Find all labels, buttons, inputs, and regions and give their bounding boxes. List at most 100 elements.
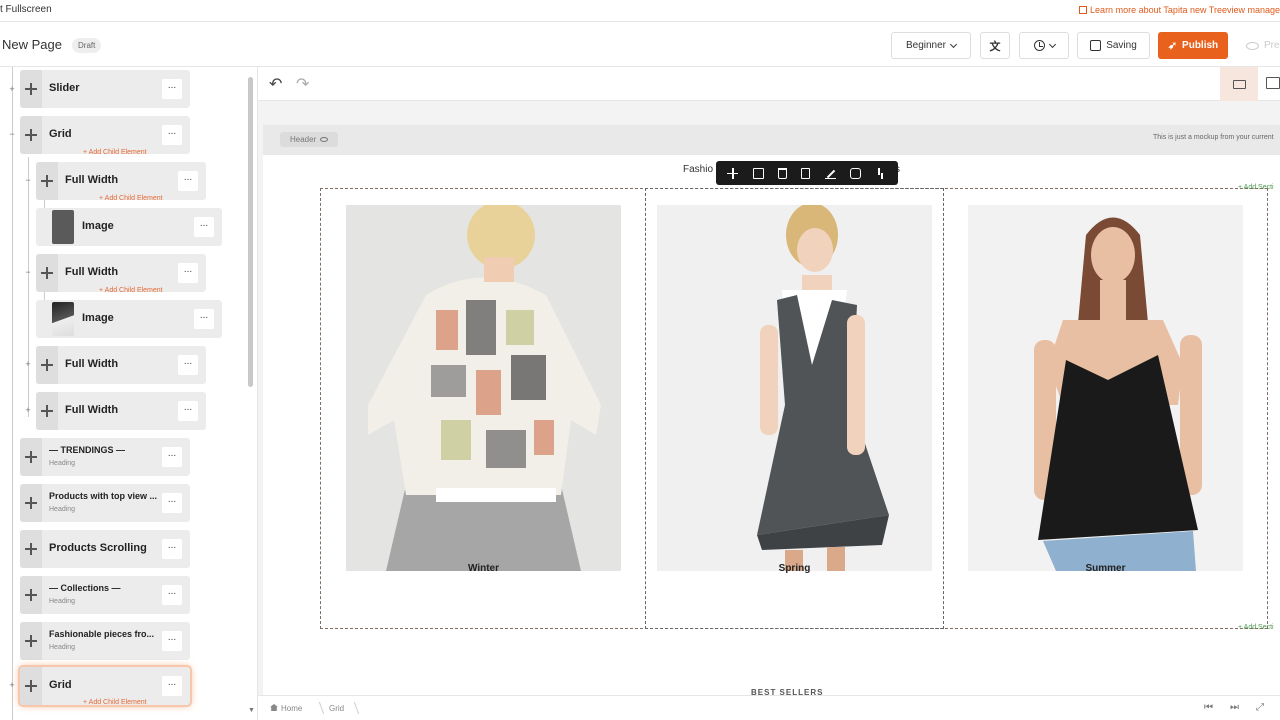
sidebar-scrollbar[interactable] xyxy=(248,77,253,387)
more-options-button[interactable]: ... xyxy=(194,309,214,329)
expand-icon[interactable]: ⤢ xyxy=(1256,703,1266,713)
more-options-button[interactable]: ... xyxy=(162,631,182,651)
drag-handle[interactable] xyxy=(20,116,42,154)
tree-node-label: Products Scrolling xyxy=(49,542,147,554)
drag-handle[interactable] xyxy=(36,392,58,430)
tree-node-heading[interactable]: — Collections — Heading ... xyxy=(20,576,190,614)
expand-toggle[interactable]: + xyxy=(24,360,32,369)
breadcrumb-home[interactable]: Home xyxy=(270,704,302,713)
move-icon xyxy=(25,497,37,509)
expand-toggle[interactable]: + xyxy=(24,406,32,415)
more-options-button[interactable]: ... xyxy=(178,171,198,191)
drag-handle[interactable] xyxy=(20,438,42,476)
product-image-spring[interactable] xyxy=(657,205,932,571)
tree-node-full-width[interactable]: Full Width ... xyxy=(36,346,206,384)
drag-handle[interactable] xyxy=(20,667,42,705)
translate-button[interactable]: 文 xyxy=(980,32,1010,59)
drag-handle[interactable] xyxy=(20,530,42,568)
level-select[interactable]: Beginner xyxy=(891,32,971,59)
tree-node-image[interactable]: Image ... xyxy=(36,208,222,246)
product-image-winter[interactable] xyxy=(346,205,621,571)
product-label[interactable]: Summer xyxy=(968,563,1243,574)
more-options-button[interactable]: ... xyxy=(162,447,182,467)
more-options-button[interactable]: ... xyxy=(162,676,182,696)
tree-node-label: Products with top view ... xyxy=(49,491,158,501)
select-parent-icon[interactable] xyxy=(876,167,887,179)
trash-icon[interactable] xyxy=(778,167,788,179)
duplicate-icon[interactable] xyxy=(752,167,764,179)
canvas-toolbar: ↶ ↷ xyxy=(258,67,1280,101)
tree-node-products-scrolling[interactable]: Products Scrolling ... xyxy=(20,530,190,568)
more-options-button[interactable]: ... xyxy=(178,401,198,421)
collapse-toggle[interactable]: − xyxy=(24,176,32,185)
move-icon[interactable] xyxy=(727,167,739,179)
tree-node-full-width[interactable]: Full Width ... xyxy=(36,392,206,430)
expand-toggle[interactable]: + xyxy=(8,681,16,690)
tree-node-label: Grid xyxy=(49,679,72,691)
exit-fullscreen-link[interactable]: t Fullscreen xyxy=(0,4,52,15)
add-child-element-link[interactable]: + Add Child Element xyxy=(99,195,163,202)
redo-icon[interactable]: ↷ xyxy=(296,74,309,94)
tree-connector xyxy=(28,157,29,417)
drag-handle[interactable] xyxy=(20,576,42,614)
collapse-toggle[interactable]: − xyxy=(8,130,16,139)
drag-handle[interactable] xyxy=(36,346,58,384)
more-options-button[interactable]: ... xyxy=(162,585,182,605)
product-label[interactable]: Spring xyxy=(657,563,932,574)
learn-more-link[interactable]: Learn more about Tapita new Treeview man… xyxy=(1079,5,1280,15)
more-options-button[interactable]: ... xyxy=(162,539,182,559)
history-button[interactable] xyxy=(1019,32,1069,59)
add-child-element-link[interactable]: + Add Child Element xyxy=(99,287,163,294)
page-title[interactable]: New Page xyxy=(2,37,62,52)
move-icon xyxy=(25,589,37,601)
tree-node-slider[interactable]: Slider ... xyxy=(20,70,190,108)
tablet-icon[interactable] xyxy=(1266,77,1280,89)
last-page-icon[interactable]: ⏭ xyxy=(1230,703,1240,713)
tree-node-label: Slider xyxy=(49,82,80,94)
edit-icon[interactable] xyxy=(824,168,836,179)
drag-handle[interactable] xyxy=(36,254,58,292)
breadcrumb-grid[interactable]: Grid xyxy=(329,704,344,713)
copy-icon[interactable] xyxy=(801,167,811,179)
status-badge: Draft xyxy=(72,38,102,53)
section-heading[interactable]: Fashio xyxy=(683,164,713,175)
tree-node-heading[interactable]: Fashionable pieces fro... Heading ... xyxy=(20,622,190,660)
translate-icon: 文 xyxy=(989,40,1001,53)
first-page-icon[interactable]: ⏮ xyxy=(1204,703,1214,713)
drag-handle[interactable] xyxy=(36,162,58,200)
preview-button[interactable]: Pre xyxy=(1238,32,1280,59)
breadcrumb-home-label: Home xyxy=(281,704,303,713)
drag-handle[interactable] xyxy=(20,70,42,108)
add-child-element-link[interactable]: + Add Child Element xyxy=(83,699,147,706)
product-photo xyxy=(346,205,621,571)
move-icon xyxy=(41,405,53,417)
product-label[interactable]: Winter xyxy=(346,563,621,574)
more-options-button[interactable]: ... xyxy=(194,217,214,237)
drag-handle[interactable] xyxy=(20,484,42,522)
more-options-button[interactable]: ... xyxy=(162,79,182,99)
more-options-button[interactable]: ... xyxy=(178,355,198,375)
product-image-summer[interactable] xyxy=(968,205,1243,571)
tree-node-label: Image xyxy=(82,220,114,232)
more-options-button[interactable]: ... xyxy=(162,125,182,145)
more-options-button[interactable]: ... xyxy=(162,493,182,513)
add-child-element-link[interactable]: + Add Child Element xyxy=(83,149,147,156)
move-icon xyxy=(25,83,37,95)
desktop-view-button[interactable] xyxy=(1220,67,1258,101)
header-chip[interactable]: Header xyxy=(280,132,339,147)
drag-handle[interactable] xyxy=(20,622,42,660)
collapse-toggle[interactable]: − xyxy=(24,268,32,277)
tree-node-heading[interactable]: — TRENDINGS — Heading ... xyxy=(20,438,190,476)
tree-node-label: Full Width xyxy=(65,358,119,370)
tree-node-image[interactable]: Image ... xyxy=(36,300,222,338)
image-thumbnail xyxy=(52,302,74,336)
save-button[interactable]: Saving xyxy=(1077,32,1150,59)
undo-icon[interactable]: ↶ xyxy=(269,74,282,94)
publish-button[interactable]: ➶ Publish xyxy=(1158,32,1228,59)
database-icon[interactable] xyxy=(850,167,862,179)
tree-node-heading[interactable]: Products with top view ... Heading ... xyxy=(20,484,190,522)
more-options-button[interactable]: ... xyxy=(178,263,198,283)
element-toolbar xyxy=(716,161,898,185)
expand-toggle[interactable]: + xyxy=(8,85,16,94)
scroll-down-icon[interactable]: ▼ xyxy=(248,707,255,714)
